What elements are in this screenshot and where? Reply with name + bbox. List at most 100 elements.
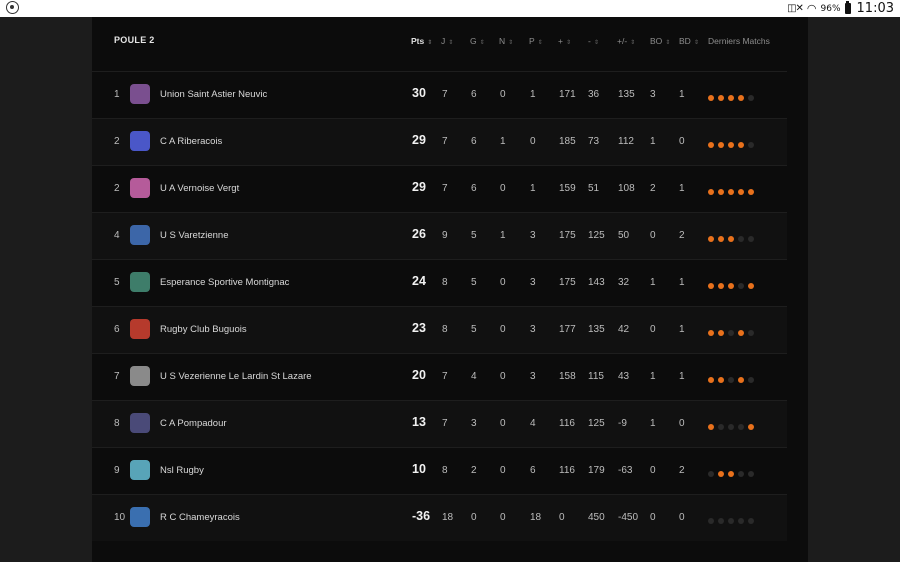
team-logo-icon xyxy=(130,84,150,104)
cell-plus: 175 xyxy=(559,230,576,241)
cell-n: 0 xyxy=(500,371,506,382)
win-dot-icon xyxy=(718,236,724,242)
team-name[interactable]: Esperance Sportive Montignac xyxy=(160,277,289,288)
cell-p: 1 xyxy=(530,183,536,194)
cell-diff: 108 xyxy=(618,183,635,194)
col-bd[interactable]: BD ⇕ xyxy=(679,36,699,46)
cell-j: 7 xyxy=(442,418,448,429)
team-name[interactable]: Union Saint Astier Neuvic xyxy=(160,89,267,100)
col-n[interactable]: N ⇕ xyxy=(499,36,513,46)
win-dot-icon xyxy=(718,283,724,289)
clock: 11:03 xyxy=(856,1,894,16)
team-name[interactable]: U S Vezerienne Le Lardin St Lazare xyxy=(160,371,312,382)
rank: 6 xyxy=(114,324,120,335)
col-pts[interactable]: Pts ⇕ xyxy=(411,36,432,46)
win-dot-icon xyxy=(738,95,744,101)
sort-icon: ⇕ xyxy=(693,40,699,46)
team-name[interactable]: C A Riberacois xyxy=(160,136,222,147)
table-row[interactable]: 2 C A Riberacois 29 7 6 1 0 185 73 112 1 0 xyxy=(92,118,787,165)
table-row[interactable]: 2 U A Vernoise Vergt 29 7 6 0 1 159 51 108 2 1 xyxy=(92,165,787,212)
cell-g: 6 xyxy=(471,89,477,100)
team-name[interactable]: Rugby Club Buguois xyxy=(160,324,247,335)
cell-minus: 450 xyxy=(588,512,605,523)
empty-dot-icon xyxy=(718,424,724,430)
win-dot-icon xyxy=(718,142,724,148)
cell-j: 8 xyxy=(442,324,448,335)
battery-percent: 96% xyxy=(820,3,841,14)
table-row[interactable]: 10 R C Chameyracois -36 18 0 0 18 0 450 -450 0 0 xyxy=(92,494,787,541)
status-bar: ◫✕ ◠ 96% 11:03 xyxy=(0,0,900,17)
table-row[interactable]: 5 Esperance Sportive Montignac 24 8 5 0 3 175 14… xyxy=(92,259,787,306)
table-row[interactable]: 4 U S Varetzienne 26 9 5 1 3 175 125 50 0 2 xyxy=(92,212,787,259)
empty-dot-icon xyxy=(738,518,744,524)
team-name[interactable]: R C Chameyracois xyxy=(160,512,240,523)
empty-dot-icon xyxy=(738,471,744,477)
col-plus[interactable]: + ⇕ xyxy=(558,36,571,46)
cell-plus: 159 xyxy=(559,183,576,194)
win-dot-icon xyxy=(728,189,734,195)
win-dot-icon xyxy=(708,95,714,101)
table-row[interactable]: 7 U S Vezerienne Le Lardin St Lazare 20 7 4 0… xyxy=(92,353,787,400)
col-bo[interactable]: BO ⇕ xyxy=(650,36,670,46)
team-name[interactable]: U A Vernoise Vergt xyxy=(160,183,239,194)
vibrate-icon: ◫✕ xyxy=(787,3,804,14)
win-dot-icon xyxy=(728,142,734,148)
win-dot-icon xyxy=(718,330,724,336)
win-dot-icon xyxy=(708,236,714,242)
col-minus[interactable]: - ⇕ xyxy=(588,36,599,46)
table-row[interactable]: 8 C A Pompadour 13 7 3 0 4 116 125 -9 1 0 xyxy=(92,400,787,447)
team-name[interactable]: U S Varetzienne xyxy=(160,230,228,241)
rank: 2 xyxy=(114,136,120,147)
win-dot-icon xyxy=(718,471,724,477)
cell-bd: 2 xyxy=(679,465,685,476)
cell-bo: 1 xyxy=(650,136,656,147)
col-g[interactable]: G ⇕ xyxy=(470,36,485,46)
team-logo-icon xyxy=(130,460,150,480)
cell-bo: 0 xyxy=(650,512,656,523)
table-row[interactable]: 1 Union Saint Astier Neuvic 30 7 6 0 1 171 36 135… xyxy=(92,71,787,118)
cell-bd: 1 xyxy=(679,183,685,194)
cell-bo: 1 xyxy=(650,418,656,429)
cell-p: 4 xyxy=(530,418,536,429)
cell-g: 0 xyxy=(471,512,477,523)
empty-dot-icon xyxy=(728,518,734,524)
win-dot-icon xyxy=(708,283,714,289)
rank: 10 xyxy=(114,512,126,523)
cell-diff: 32 xyxy=(618,277,630,288)
table-row[interactable]: 6 Rugby Club Buguois 23 8 5 0 3 177 135 42 0 1 xyxy=(92,306,787,353)
last-matches xyxy=(708,142,754,148)
team-name[interactable]: Nsl Rugby xyxy=(160,465,204,476)
table-row[interactable]: 9 Nsl Rugby 10 8 2 0 6 116 179 -63 0 2 xyxy=(92,447,787,494)
empty-dot-icon xyxy=(708,518,714,524)
rank: 5 xyxy=(114,277,120,288)
col-j[interactable]: J ⇕ xyxy=(441,36,453,46)
cell-bd: 1 xyxy=(679,324,685,335)
cell-pts: 24 xyxy=(412,274,426,288)
cell-plus: 116 xyxy=(559,465,575,476)
team-logo-icon xyxy=(130,225,150,245)
cell-bd: 0 xyxy=(679,512,685,523)
sort-icon: ⇕ xyxy=(593,40,599,46)
cell-plus: 177 xyxy=(559,324,576,335)
pool-title: POULE 2 xyxy=(114,35,155,45)
team-name[interactable]: C A Pompadour xyxy=(160,418,227,429)
cell-pts: 20 xyxy=(412,368,426,382)
cell-p: 3 xyxy=(530,230,536,241)
col-p[interactable]: P ⇕ xyxy=(529,36,543,46)
cell-diff: 135 xyxy=(618,89,635,100)
cell-g: 5 xyxy=(471,230,477,241)
cell-bo: 0 xyxy=(650,324,656,335)
rank: 2 xyxy=(114,183,120,194)
empty-dot-icon xyxy=(748,142,754,148)
cell-n: 0 xyxy=(500,277,506,288)
col-diff[interactable]: +/- ⇕ xyxy=(617,36,635,46)
last-matches xyxy=(708,189,754,195)
win-dot-icon xyxy=(748,424,754,430)
cell-plus: 0 xyxy=(559,512,565,523)
cell-j: 7 xyxy=(442,371,448,382)
team-logo-icon xyxy=(130,178,150,198)
cell-p: 3 xyxy=(530,371,536,382)
cell-j: 7 xyxy=(442,183,448,194)
battery-icon xyxy=(844,1,851,14)
team-logo-icon xyxy=(130,507,150,527)
